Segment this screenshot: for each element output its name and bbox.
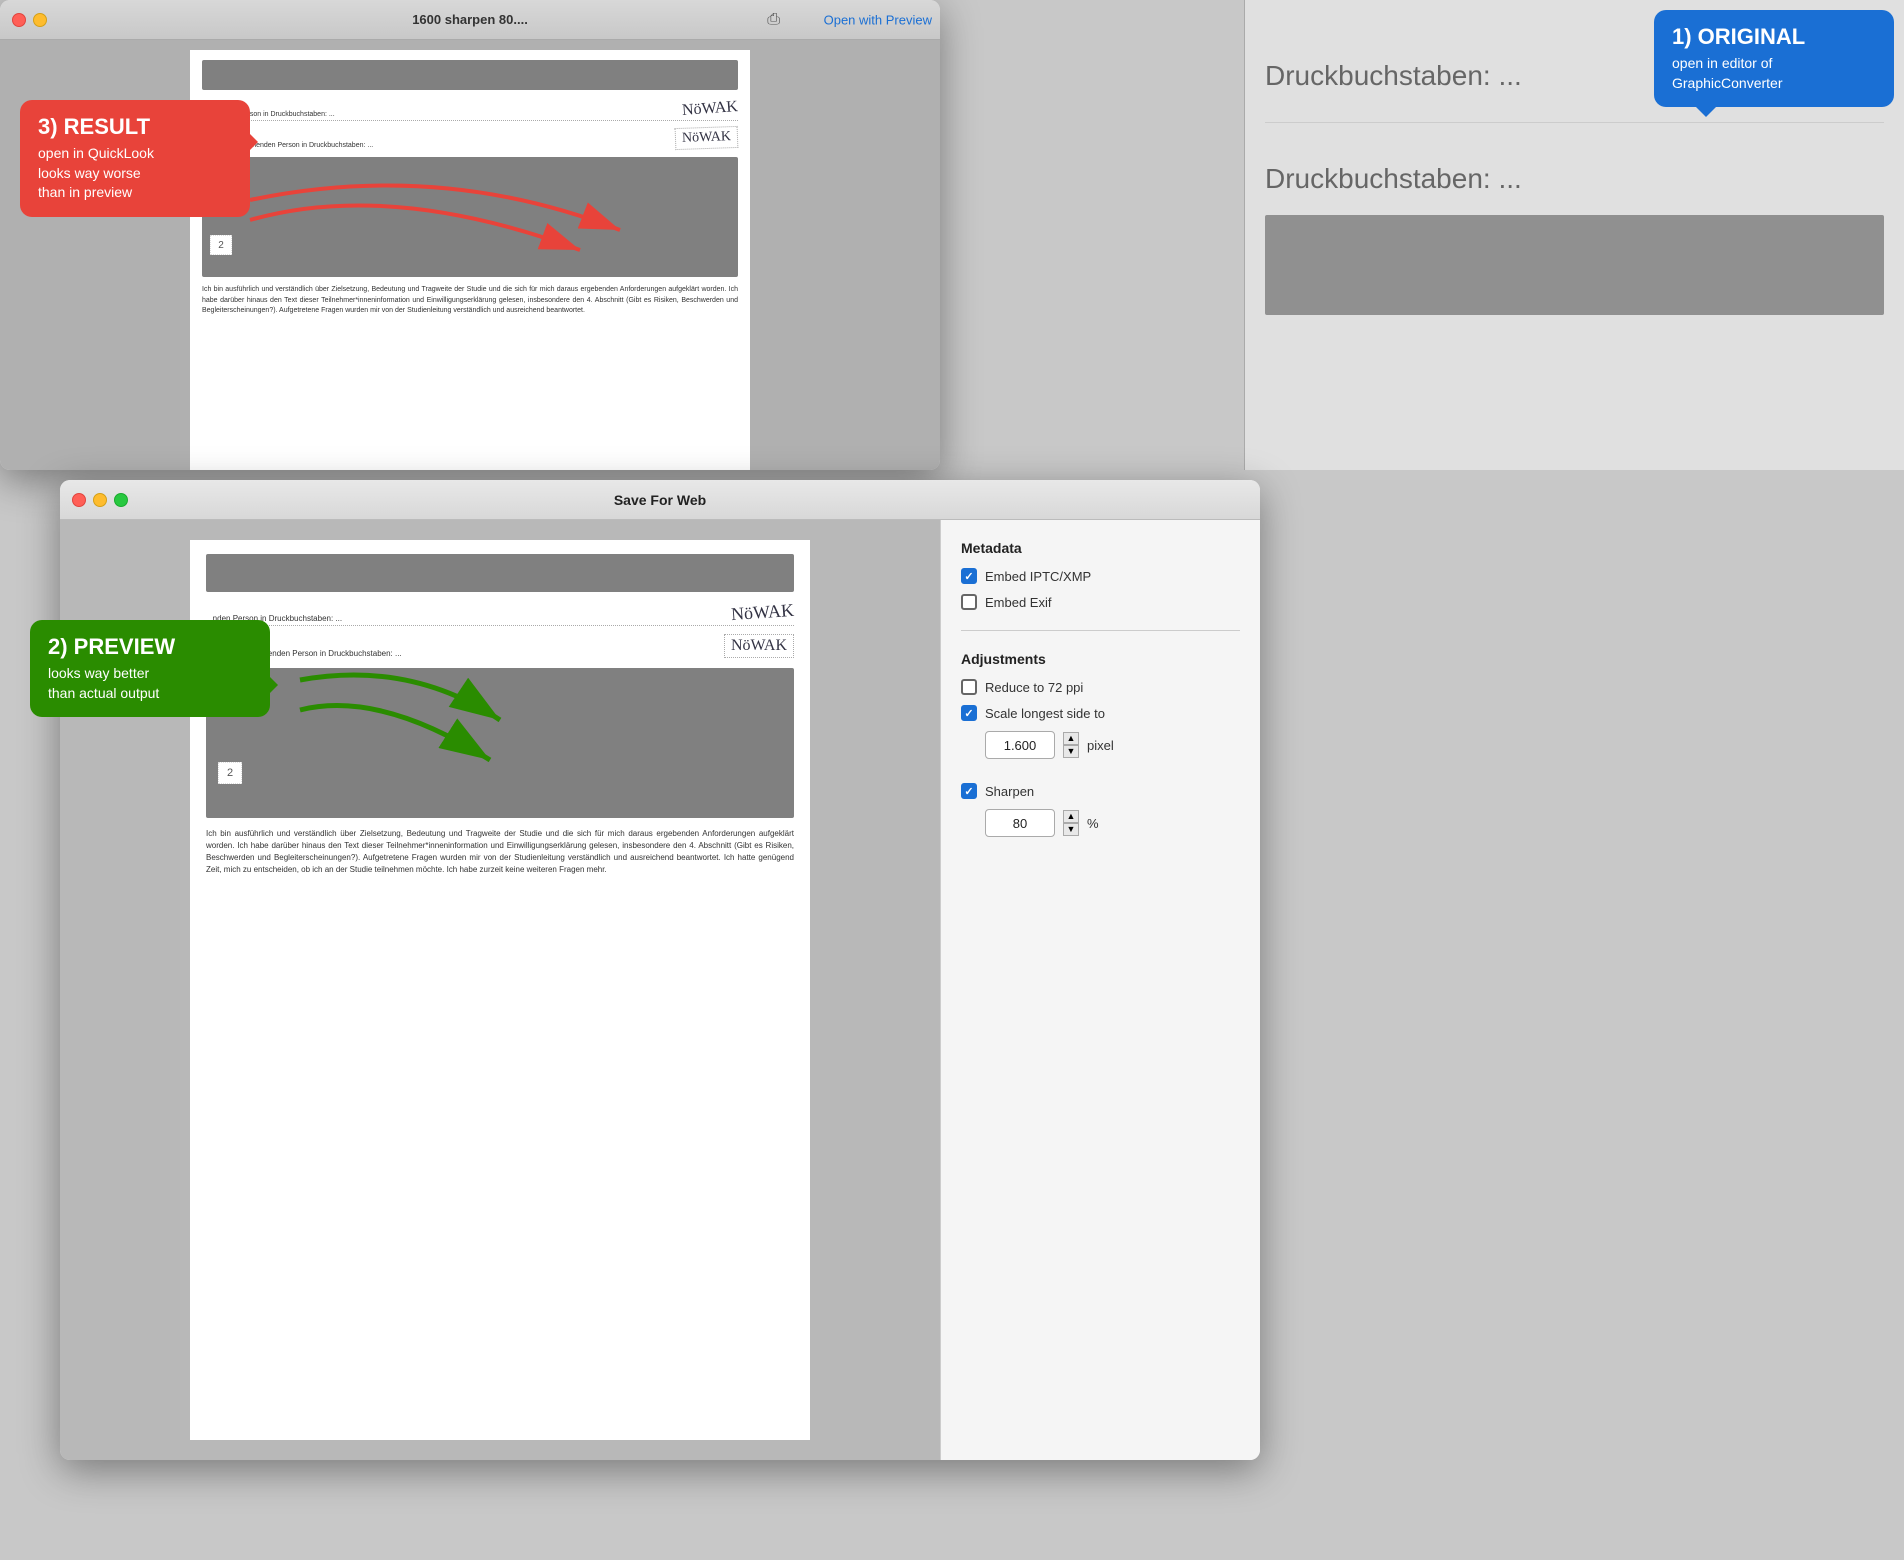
- sfw-fullscreen-button[interactable]: [114, 493, 128, 507]
- callout-original-title: 1) ORIGINAL: [1672, 24, 1876, 50]
- sfw-signature-2: NöWAK: [724, 634, 794, 658]
- scale-up-button[interactable]: ▲: [1063, 732, 1079, 745]
- right-druckbuchstaben-2: Druckbuchstaben: ...: [1265, 163, 1884, 195]
- signature-1: NöWAK: [681, 98, 738, 120]
- scale-unit-label: pixel: [1087, 738, 1114, 753]
- sharpen-label: Sharpen: [985, 784, 1034, 799]
- sharpen-stepper[interactable]: ▲ ▼: [1063, 810, 1079, 836]
- reduce-ppi-checkbox[interactable]: [961, 679, 977, 695]
- sfw-body-text: Ich bin ausführlich und verständlich übe…: [206, 828, 794, 876]
- open-with-preview-button[interactable]: Open with Preview: [824, 12, 932, 27]
- callout-result-body: open in QuickLooklooks way worsethan in …: [38, 144, 232, 203]
- scale-longest-row: Scale longest side to: [961, 705, 1240, 721]
- adjustments-section-title: Adjustments: [961, 651, 1240, 667]
- metadata-section-title: Metadata: [961, 540, 1240, 556]
- quicklook-titlebar: 1600 sharpen 80.... ⎙ Open with Preview: [0, 0, 940, 40]
- sfw-header-bar: [206, 554, 794, 592]
- sfw-minimize-button[interactable]: [93, 493, 107, 507]
- scale-longest-label: Scale longest side to: [985, 706, 1105, 721]
- embed-iptc-checkbox[interactable]: [961, 568, 977, 584]
- sfw-gray-block: 1 2: [206, 668, 794, 818]
- close-button[interactable]: [12, 13, 26, 27]
- scale-value-input[interactable]: 1.600: [985, 731, 1055, 759]
- minimize-button[interactable]: [33, 13, 47, 27]
- sfw-window-title: Save For Web: [614, 492, 706, 508]
- sfw-sidebar: Metadata Embed IPTC/XMP Embed Exif Adjus…: [940, 520, 1260, 1460]
- reduce-ppi-row: Reduce to 72 ppi: [961, 679, 1240, 695]
- sharpen-unit-label: %: [1087, 816, 1099, 831]
- sfw-num-2: 2: [218, 762, 242, 784]
- window-title: 1600 sharpen 80....: [412, 12, 528, 27]
- callout-original: 1) ORIGINAL open in editor ofGraphicConv…: [1654, 10, 1894, 107]
- signature-area-2: Name der te...hmenden Person in Druckbuc…: [202, 127, 738, 149]
- scale-longest-checkbox[interactable]: [961, 705, 977, 721]
- traffic-lights: [12, 13, 47, 27]
- sfw-sig-area-2: Name der te...hmenden Person in Druckbuc…: [206, 634, 794, 658]
- sfw-titlebar: Save For Web: [60, 480, 1260, 520]
- callout-preview: 2) PREVIEW looks way betterthan actual o…: [30, 620, 270, 717]
- sharpen-value-input[interactable]: 80: [985, 809, 1055, 837]
- sfw-dotted-1: [206, 625, 794, 626]
- embed-exif-checkbox[interactable]: [961, 594, 977, 610]
- doc-header-bar: [202, 60, 738, 90]
- sharpen-value-row: 80 ▲ ▼ %: [961, 809, 1240, 837]
- signature-area-top: ...hmenden Person in Druckbuchstaben: ..…: [202, 100, 738, 118]
- sidebar-separator: [961, 630, 1240, 631]
- callout-preview-body: looks way betterthan actual output: [48, 664, 252, 703]
- body-text-ql: Ich bin ausführlich und verständlich übe…: [202, 285, 738, 317]
- num-box-2: 2: [210, 235, 232, 255]
- scale-down-button[interactable]: ▼: [1063, 745, 1079, 758]
- right-gray-block: [1265, 215, 1884, 315]
- embed-iptc-row: Embed IPTC/XMP: [961, 568, 1240, 584]
- sfw-sig-area-1: ...nden Person in Druckbuchstaben: ... N…: [206, 602, 794, 623]
- dotted-line-1: [202, 120, 738, 121]
- callout-result-title: 3) RESULT: [38, 114, 232, 140]
- sfw-close-button[interactable]: [72, 493, 86, 507]
- sharpen-up-button[interactable]: ▲: [1063, 810, 1079, 823]
- embed-exif-label: Embed Exif: [985, 595, 1051, 610]
- reduce-ppi-label: Reduce to 72 ppi: [985, 680, 1083, 695]
- callout-result: 3) RESULT open in QuickLooklooks way wor…: [20, 100, 250, 217]
- spacer: [961, 767, 1240, 783]
- callout-preview-title: 2) PREVIEW: [48, 634, 252, 660]
- red-arrow-svg: [240, 150, 660, 270]
- sharpen-row: Sharpen: [961, 783, 1240, 799]
- sfw-signature-1: NöWAK: [730, 600, 794, 625]
- sfw-traffic-lights: [72, 493, 128, 507]
- signature-2: NöWAK: [675, 126, 739, 150]
- sharpen-down-button[interactable]: ▼: [1063, 823, 1079, 836]
- embed-exif-row: Embed Exif: [961, 594, 1240, 610]
- callout-original-body: open in editor ofGraphicConverter: [1672, 54, 1876, 93]
- right-separator-1: [1265, 122, 1884, 123]
- embed-iptc-label: Embed IPTC/XMP: [985, 569, 1091, 584]
- scale-value-row: 1.600 ▲ ▼ pixel: [961, 731, 1240, 759]
- share-button[interactable]: ⎙: [767, 11, 780, 29]
- scale-stepper[interactable]: ▲ ▼: [1063, 732, 1079, 758]
- sharpen-checkbox[interactable]: [961, 783, 977, 799]
